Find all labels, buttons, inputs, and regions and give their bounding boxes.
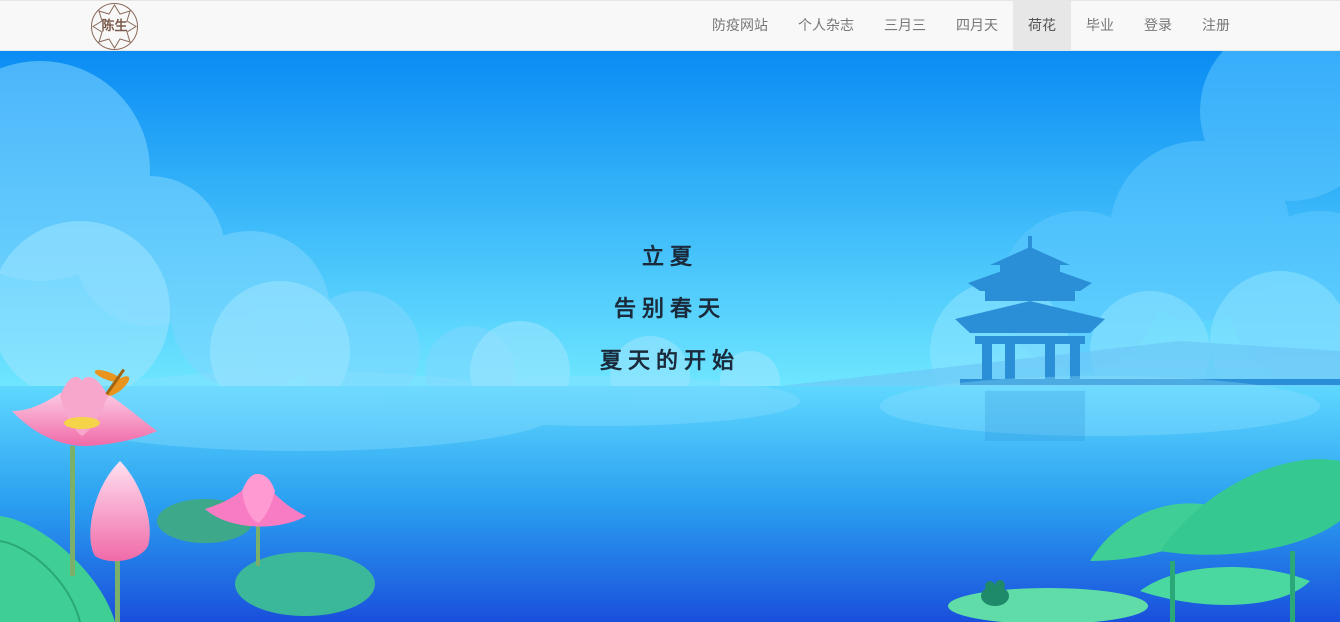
lotus-pond-illustration	[0, 51, 1340, 622]
nav-item-april[interactable]: 四月天	[941, 1, 1013, 51]
poem-line-3: 夏天的开始	[599, 348, 740, 374]
nav-item-register[interactable]: 注册	[1187, 1, 1245, 51]
nav-item-login[interactable]: 登录	[1129, 1, 1187, 51]
site-logo[interactable]: 陈生	[90, 2, 139, 51]
poem-line-1: 立夏	[641, 244, 698, 270]
nav-item-lotus[interactable]: 荷花	[1013, 1, 1071, 51]
main-nav: 防疫网站 个人杂志 三月三 四月天 荷花 毕业 登录 注册	[697, 1, 1245, 51]
nav-item-sanyuesan[interactable]: 三月三	[869, 1, 941, 51]
navbar: 陈生 防疫网站 个人杂志 三月三 四月天 荷花 毕业 登录 注册	[0, 0, 1340, 51]
poem-line-2: 告别春天	[613, 296, 726, 322]
nav-item-epidemic[interactable]: 防疫网站	[697, 1, 783, 51]
nav-item-magazine[interactable]: 个人杂志	[783, 1, 869, 51]
hero-banner: 立夏 告别春天 夏天的开始	[0, 51, 1340, 622]
nav-item-graduation[interactable]: 毕业	[1071, 1, 1129, 51]
logo-text: 陈生	[101, 19, 128, 34]
